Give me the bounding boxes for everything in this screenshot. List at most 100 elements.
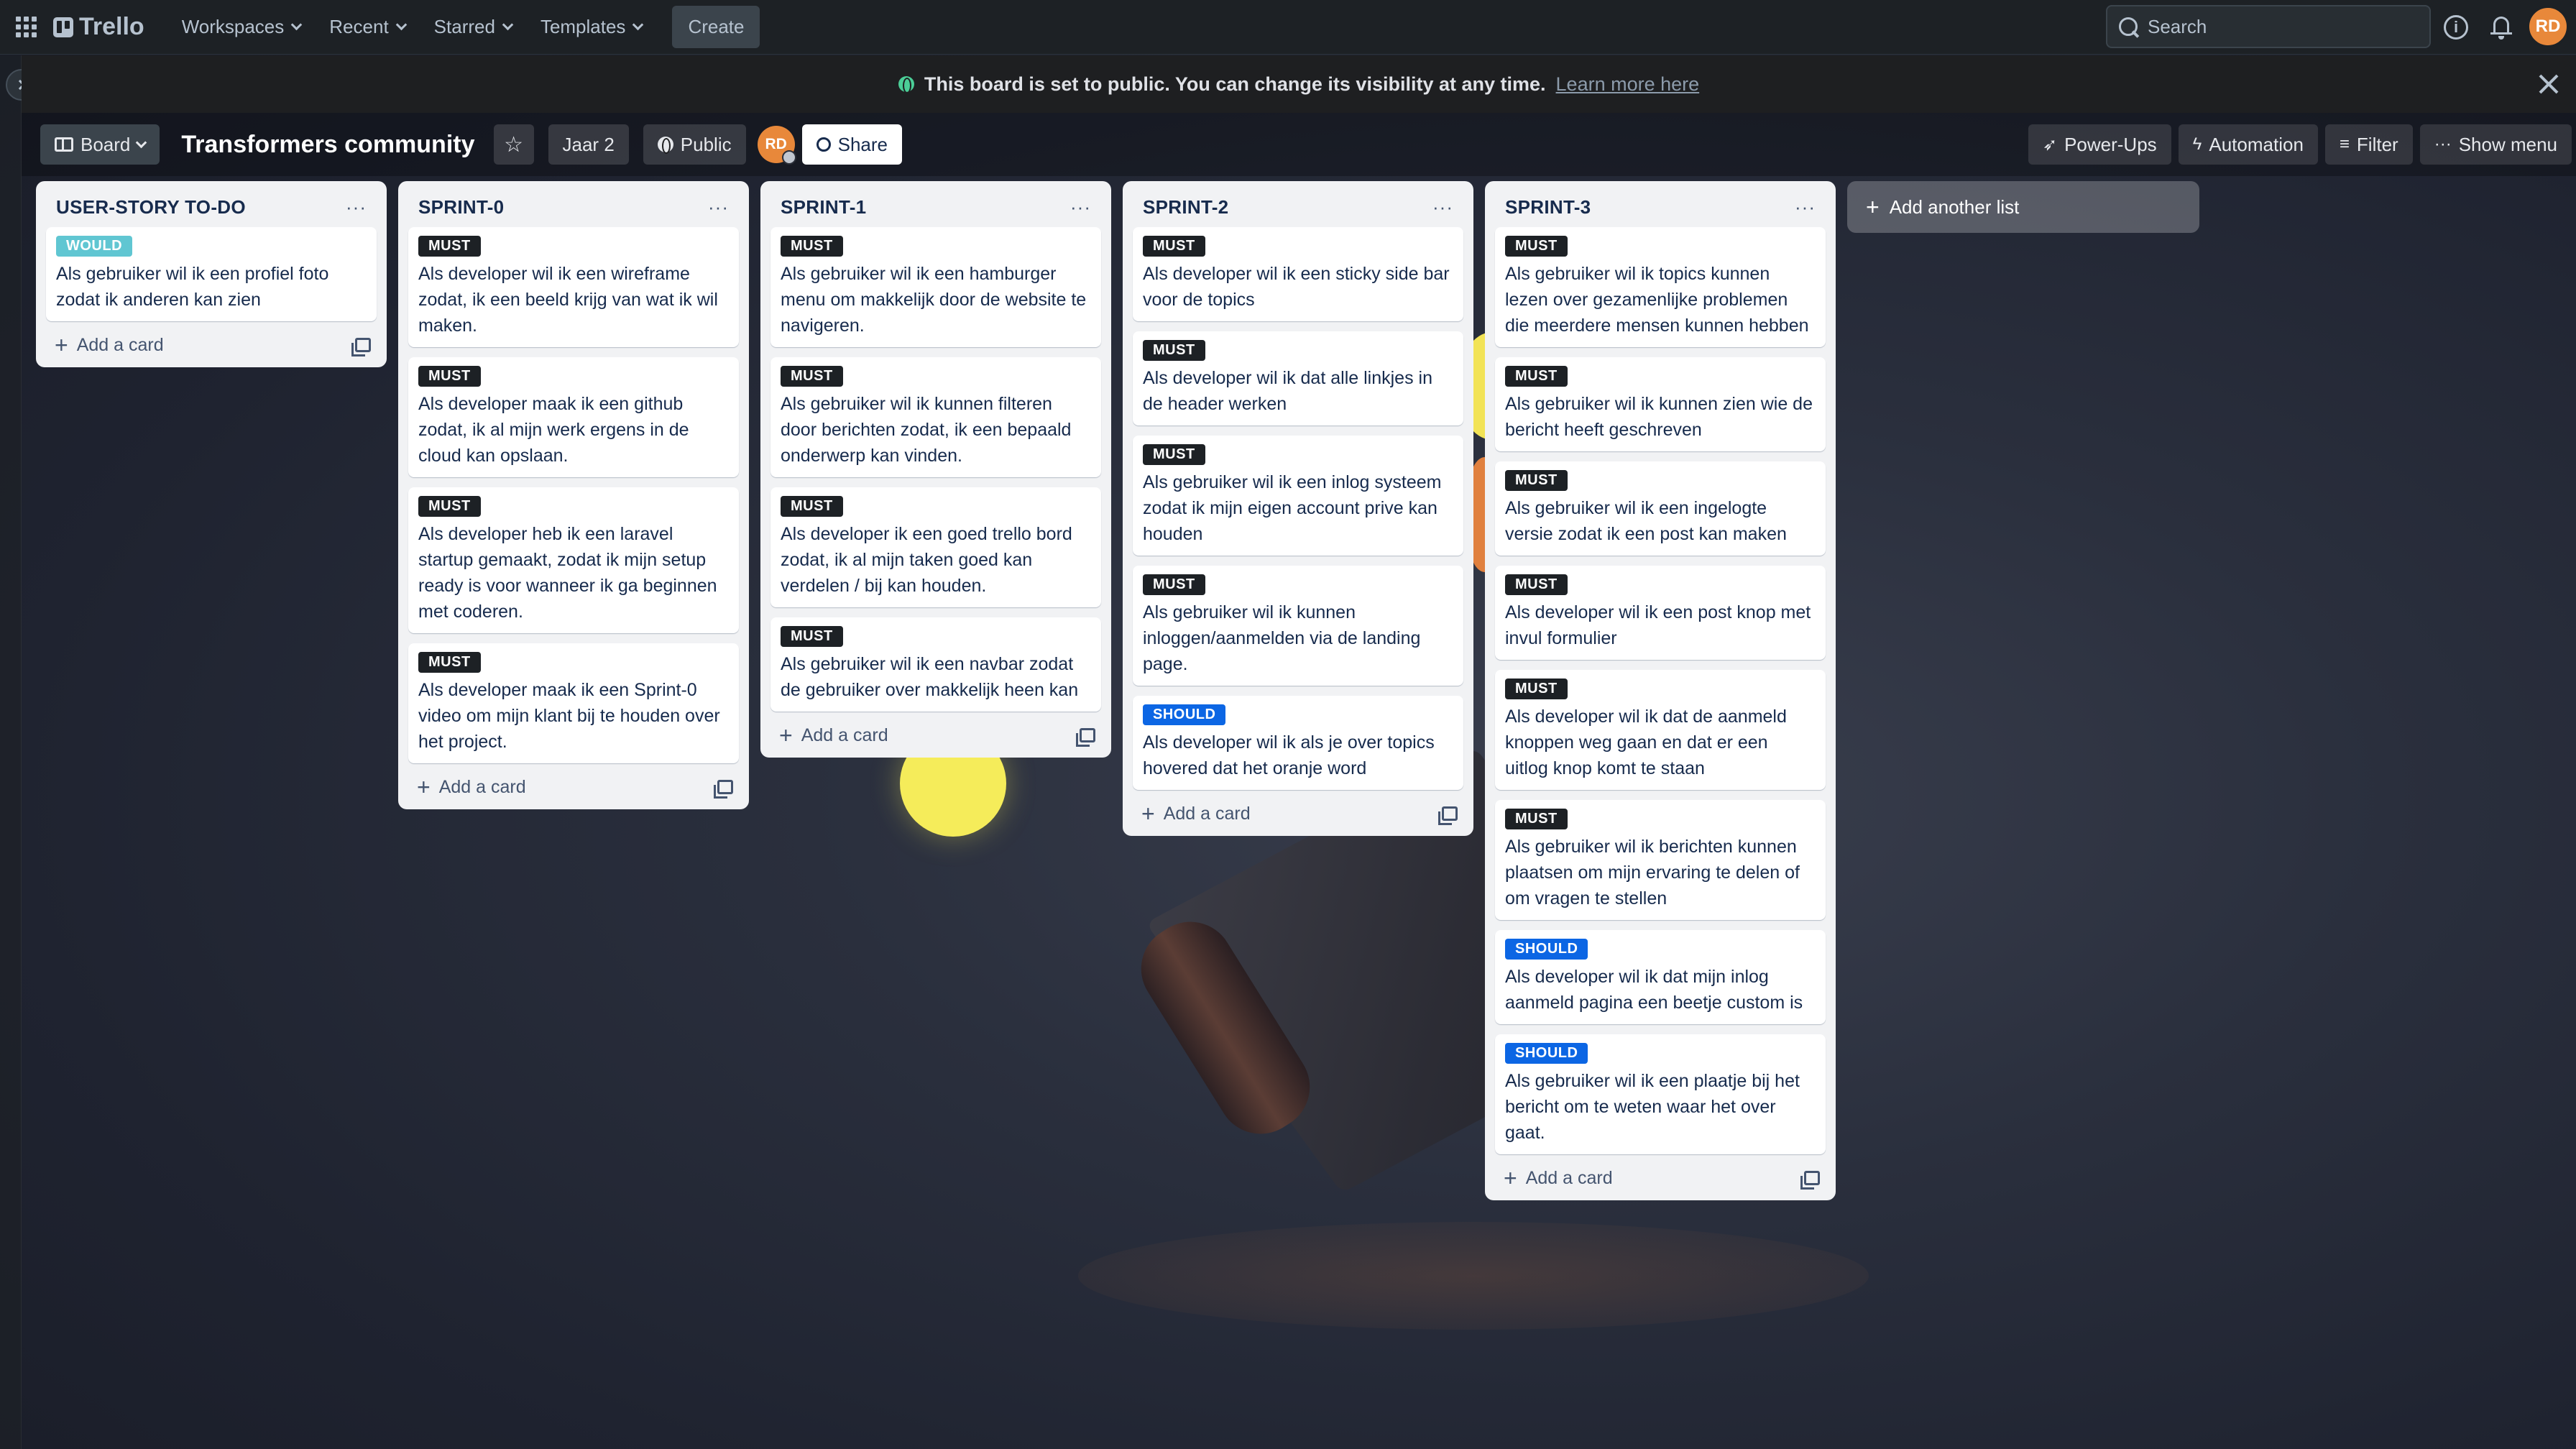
app-switcher-icon[interactable] <box>12 13 40 42</box>
card[interactable]: MUST Als developer wil ik dat alle linkje… <box>1133 331 1463 426</box>
create-from-template-icon[interactable] <box>351 338 371 356</box>
add-card-label: Add a card <box>438 776 526 797</box>
chevron-down-icon <box>291 19 303 31</box>
star-board-button[interactable]: ☆ <box>493 124 534 165</box>
board-view-switcher[interactable]: Board <box>40 124 160 165</box>
list-1: SPRINT-0 ··· MUST Als developer wil ik een … <box>398 181 749 809</box>
card[interactable]: MUST Als gebruiker wil ik topics kunnen l… <box>1495 227 1826 347</box>
powerups-label: Power-Ups <box>2064 133 2157 155</box>
create-from-template-icon[interactable] <box>714 780 733 799</box>
priority-label: MUST <box>1505 470 1568 491</box>
card[interactable]: MUST Als gebruiker wil ik een ingelogte v… <box>1495 461 1826 556</box>
card[interactable]: SHOULD Als developer wil ik als je over t… <box>1133 696 1463 790</box>
card[interactable]: MUST Als developer heb ik een laravel sta… <box>408 487 739 633</box>
list-actions-icon[interactable]: ··· <box>708 196 729 218</box>
search-placeholder: Search <box>2148 15 2207 37</box>
card[interactable]: MUST Als developer wil ik een post knop m… <box>1495 566 1826 660</box>
nav-templates[interactable]: Templates <box>528 6 656 48</box>
card[interactable]: MUST Als gebruiker wil ik een navbar zoda… <box>770 617 1101 712</box>
list-title[interactable]: SPRINT-0 <box>418 196 504 218</box>
rocket-icon: ➶ <box>2042 134 2058 155</box>
card[interactable]: WOULD Als gebruiker wil ik een profiel fo… <box>46 227 377 321</box>
list-title[interactable]: SPRINT-3 <box>1505 196 1591 218</box>
card[interactable]: MUST Als developer ik een goed trello bor… <box>770 487 1101 607</box>
priority-label: MUST <box>418 366 481 387</box>
plus-icon: + <box>417 774 431 800</box>
nav-starred[interactable]: Starred <box>421 6 525 48</box>
add-another-list-button[interactable]: + Add another list <box>1847 181 2199 233</box>
priority-label: MUST <box>781 236 843 257</box>
list-4: SPRINT-3 ··· MUST Als gebruiker wil ik topi… <box>1485 181 1836 1200</box>
add-card-button[interactable]: + Add a card <box>1141 802 1251 825</box>
create-button[interactable]: Create <box>672 6 760 48</box>
filter-button[interactable]: ≡ Filter <box>2324 124 2413 165</box>
nav-recent[interactable]: Recent <box>316 6 418 48</box>
nav-workspaces[interactable]: Workspaces <box>169 6 314 48</box>
add-card-row: + Add a card <box>1495 1154 1826 1192</box>
priority-label: MUST <box>781 366 843 387</box>
card[interactable]: MUST Als developer wil ik dat de aanmeld … <box>1495 670 1826 790</box>
card-list: MUST Als gebruiker wil ik topics kunnen l… <box>1495 227 1826 1154</box>
card-title: Als gebruiker wil ik berichten kunnen pl… <box>1505 837 1800 908</box>
show-menu-button[interactable]: ··· Show menu <box>2419 124 2572 165</box>
nav-workspaces-label: Workspaces <box>181 16 285 37</box>
add-card-label: Add a card <box>1163 803 1251 824</box>
powerups-button[interactable]: ➶ Power-Ups <box>2028 124 2171 165</box>
create-from-template-icon[interactable] <box>1800 1171 1820 1190</box>
list-title[interactable]: USER-STORY TO-DO <box>56 196 246 218</box>
add-list-label: Add another list <box>1889 196 2020 218</box>
add-card-label: Add a card <box>76 334 164 355</box>
learn-more-link[interactable]: Learn more here <box>1556 73 1700 96</box>
share-button[interactable]: Share <box>801 124 902 165</box>
card[interactable]: MUST Als developer wil ik een wireframe z… <box>408 227 739 347</box>
priority-label: SHOULD <box>1505 1043 1588 1064</box>
create-from-template-icon[interactable] <box>1076 728 1095 747</box>
card[interactable]: SHOULD Als developer wil ik dat mijn inlo… <box>1495 930 1826 1024</box>
priority-label: MUST <box>418 236 481 257</box>
list-actions-icon[interactable]: ··· <box>346 196 367 218</box>
workspace-tag-button[interactable]: Jaar 2 <box>548 124 629 165</box>
card-title: Als gebruiker wil ik een navbar zodat de… <box>781 654 1079 700</box>
card[interactable]: MUST Als gebruiker wil ik een hamburger m… <box>770 227 1101 347</box>
notifications-bell-icon[interactable] <box>2490 14 2513 40</box>
automation-button[interactable]: ϟ Automation <box>2178 124 2318 165</box>
card-title: Als gebruiker wil ik een ingelogte versi… <box>1505 498 1787 544</box>
info-icon[interactable]: i <box>2444 15 2468 40</box>
list-actions-icon[interactable]: ··· <box>1070 196 1091 218</box>
card[interactable]: MUST Als gebruiker wil ik een inlog syste… <box>1133 436 1463 556</box>
list-actions-icon[interactable]: ··· <box>1432 196 1453 218</box>
nav-recent-label: Recent <box>329 16 389 37</box>
board-title[interactable]: Transformers community <box>181 131 474 159</box>
add-card-button[interactable]: + Add a card <box>1504 1167 1613 1190</box>
card[interactable]: MUST Als developer maak ik een Sprint-0 v… <box>408 643 739 763</box>
list-actions-icon[interactable]: ··· <box>1795 196 1816 218</box>
collapsed-sidebar <box>0 55 22 1449</box>
public-visibility-banner: This board is set to public. You can cha… <box>22 55 2576 113</box>
card[interactable]: SHOULD Als gebruiker wil ik een plaatje b… <box>1495 1034 1826 1154</box>
visibility-label: Public <box>680 133 732 155</box>
card[interactable]: MUST Als developer maak ik een github zod… <box>408 357 739 477</box>
trello-logo[interactable]: Trello <box>53 13 144 41</box>
add-card-button[interactable]: + Add a card <box>779 724 888 747</box>
account-avatar[interactable]: RD <box>2527 6 2569 47</box>
member-avatar[interactable]: RD <box>757 126 796 165</box>
show-menu-label: Show menu <box>2458 133 2557 155</box>
card[interactable]: MUST Als gebruiker wil ik berichten kunne… <box>1495 800 1826 920</box>
list-title[interactable]: SPRINT-2 <box>1143 196 1228 218</box>
list-title[interactable]: SPRINT-1 <box>781 196 866 218</box>
card[interactable]: MUST Als gebruiker wil ik kunnen filteren… <box>770 357 1101 477</box>
priority-label: MUST <box>1505 366 1568 387</box>
card[interactable]: MUST Als gebruiker wil ik kunnen zien wie… <box>1495 357 1826 451</box>
search-input[interactable]: Search <box>2106 5 2431 48</box>
priority-label: WOULD <box>56 236 133 257</box>
add-card-label: Add a card <box>801 724 888 745</box>
add-card-button[interactable]: + Add a card <box>55 334 164 356</box>
add-card-button[interactable]: + Add a card <box>417 776 526 799</box>
card[interactable]: MUST Als gebruiker wil ik kunnen inloggen… <box>1133 566 1463 686</box>
card[interactable]: MUST Als developer wil ik een sticky side… <box>1133 227 1463 321</box>
create-from-template-icon[interactable] <box>1438 806 1458 825</box>
priority-label: SHOULD <box>1143 704 1226 725</box>
close-icon[interactable] <box>2536 71 2562 97</box>
visibility-button[interactable]: Public <box>643 124 746 165</box>
board-icon <box>55 137 73 152</box>
